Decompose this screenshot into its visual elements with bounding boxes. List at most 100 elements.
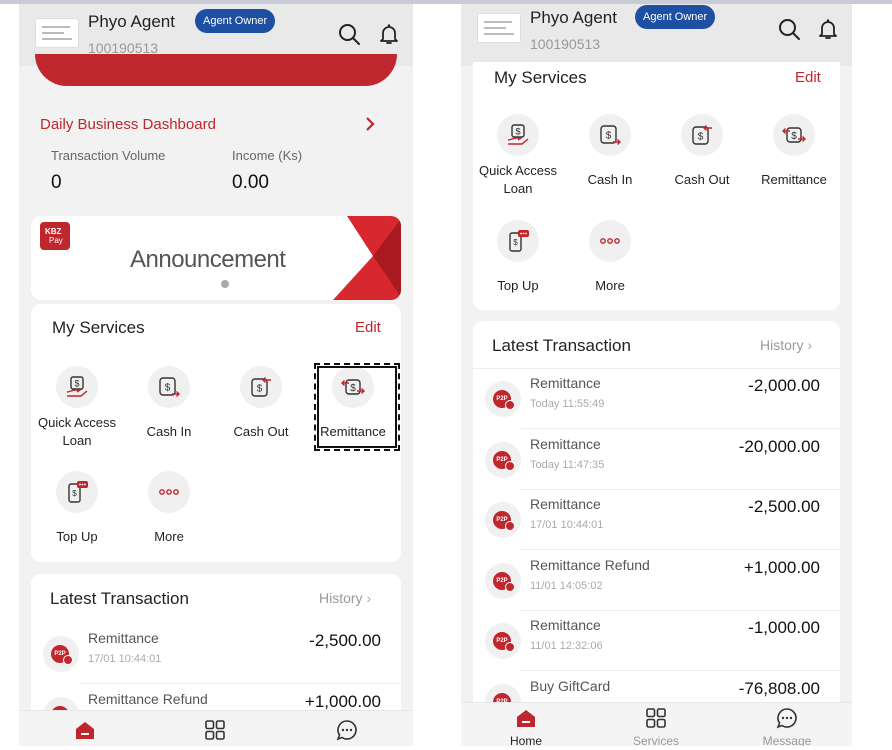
transaction-title: Remittance Refund: [530, 556, 650, 573]
transaction-time: Today 11:55:49: [530, 398, 605, 410]
transaction-row[interactable]: P2P Remittance Refund 11/01 14:05:02 +1,000…: [473, 551, 840, 611]
service-label: Top Up: [497, 278, 539, 293]
service-top-up[interactable]: $ Top Up: [473, 220, 563, 295]
history-link[interactable]: History ›: [760, 337, 812, 353]
transaction-amount: +1,000.00: [304, 691, 381, 711]
service-quick-access[interactable]: $ Quick Access Loan: [32, 366, 122, 450]
p2p-transfer-icon: P2P: [485, 381, 521, 417]
more-icon: [589, 220, 631, 262]
bell-icon[interactable]: [816, 17, 840, 41]
services-edit-link[interactable]: Edit: [795, 69, 821, 86]
agent-id: 100190513: [530, 36, 601, 52]
bottom-tab-bar: [19, 710, 413, 746]
app-header: Phyo Agent Agent Owner 100190513: [461, 4, 852, 66]
remittance-selected-highlight: [314, 363, 400, 451]
service-label: Top Up: [56, 529, 98, 544]
cash-in-icon: $: [148, 366, 190, 408]
transaction-title: Buy GiftCard: [530, 677, 611, 694]
loan-hand-icon: $: [56, 366, 98, 408]
service-cash-in[interactable]: $ Cash In: [124, 366, 214, 441]
home-icon: [517, 710, 535, 727]
daily-dashboard-card[interactable]: Daily Business Dashboard Transaction Vol…: [31, 98, 401, 202]
transaction-time: 11/01 14:05:02: [530, 579, 603, 592]
services-grid-icon: [646, 708, 666, 728]
transaction-time: 17/01 10:44:01: [88, 653, 162, 665]
transaction-row[interactable]: P2P Remittance 11/01 12:32:06 -1,000.00: [473, 611, 840, 671]
service-remittance[interactable]: $ Remittance: [749, 114, 839, 189]
transaction-time: 17/01 10:44:01: [530, 519, 604, 531]
p2p-transfer-icon: P2P: [485, 562, 521, 599]
service-label: More: [595, 278, 625, 293]
p2p-transfer-icon: P2P: [485, 502, 521, 538]
volume-label: Transaction Volume: [51, 148, 166, 163]
volume-value: 0: [51, 172, 62, 193]
announcement-banner[interactable]: KBZ Pay Announcement: [31, 216, 401, 300]
svg-text:$: $: [513, 238, 518, 247]
transaction-time: Today 11:47:35: [530, 458, 605, 471]
service-cash-out[interactable]: $ Cash Out: [657, 114, 747, 189]
transaction-title: Remittance: [530, 375, 601, 391]
bell-icon[interactable]: [377, 22, 401, 46]
services-tab-icon[interactable]: [204, 719, 226, 741]
banner-red-graphic: [333, 216, 401, 300]
top-up-icon: $: [56, 471, 98, 513]
transaction-amount: +1,000.00: [743, 557, 820, 577]
chevron-right-icon: ›: [366, 590, 372, 606]
more-icon: [148, 471, 190, 513]
tab-services[interactable]: Services: [626, 707, 686, 746]
p2p-transfer-icon: P2P: [43, 636, 79, 672]
agent-name: Phyo Agent: [530, 8, 617, 27]
service-more[interactable]: More: [124, 471, 214, 546]
right-screenshot: Phyo Agent Agent Owner 100190513 My Serv…: [461, 4, 852, 746]
svg-text:$: $: [257, 384, 263, 395]
transaction-title: Remittance: [530, 435, 601, 452]
income-label: Income (Ks): [232, 148, 303, 163]
dashboard-title: Daily Business Dashboard: [40, 116, 216, 133]
service-label: Cash In: [587, 172, 633, 187]
cash-out-icon: $: [681, 114, 723, 156]
transaction-title: Remittance Refund: [88, 690, 208, 707]
message-tab-icon[interactable]: [336, 719, 358, 741]
latest-transaction-title: Latest Transaction: [492, 336, 631, 355]
income-value: 0.00: [232, 172, 269, 193]
p2p-transfer-icon: P2P: [485, 623, 521, 659]
svg-text:$: $: [74, 379, 79, 389]
svg-text:$: $: [165, 383, 171, 394]
agent-name: Phyo Agent: [88, 12, 175, 31]
loan-hand-icon: $: [497, 114, 539, 156]
search-icon[interactable]: [777, 17, 801, 41]
transaction-row[interactable]: P2P Remittance 17/01 10:44:01 -2,500.00: [31, 624, 401, 684]
services-edit-link[interactable]: Edit: [355, 319, 381, 336]
service-label: Cash Out: [674, 172, 730, 187]
my-services-title: My Services: [494, 68, 587, 87]
service-top-up[interactable]: $ Top Up: [32, 471, 122, 546]
service-label: Quick Access Loan: [37, 415, 117, 448]
search-icon[interactable]: [337, 22, 361, 46]
remittance-icon: $: [773, 114, 815, 156]
carousel-dot: [221, 280, 229, 288]
tab-message[interactable]: Message: [757, 707, 817, 746]
service-cash-out[interactable]: $ Cash Out: [216, 366, 306, 441]
home-tab-icon[interactable]: [74, 719, 96, 741]
transaction-row[interactable]: P2P Remittance 17/01 10:44:01 -2,500.00: [473, 490, 840, 550]
history-link[interactable]: History ›: [319, 590, 371, 606]
my-services-title: My Services: [52, 318, 145, 337]
service-label: Remittance: [761, 172, 827, 187]
svg-text:$: $: [606, 131, 612, 142]
latest-transaction-card: Latest Transaction History › P2P Remittan…: [473, 321, 840, 732]
service-label: Cash In: [146, 424, 192, 439]
transaction-amount: -1,000.00: [748, 618, 820, 637]
transaction-row[interactable]: P2P Remittance Today 11:55:49 -2,000.00: [473, 369, 840, 429]
svg-text:$: $: [791, 131, 797, 142]
service-cash-in[interactable]: $ Cash In: [565, 114, 655, 189]
service-label: Cash Out: [233, 424, 289, 439]
service-more[interactable]: More: [565, 220, 655, 295]
tab-home[interactable]: Home: [496, 707, 556, 746]
transaction-row[interactable]: P2P Remittance Today 11:47:35 -20,000.00: [473, 430, 840, 490]
service-quick-access[interactable]: $ Quick Access Loan: [473, 114, 563, 198]
transaction-title: Remittance: [530, 617, 601, 633]
chevron-right-icon: ›: [807, 337, 813, 353]
announcement-title: Announcement: [130, 246, 286, 273]
svg-text:$: $: [515, 127, 520, 137]
chevron-right-icon[interactable]: [363, 116, 377, 132]
